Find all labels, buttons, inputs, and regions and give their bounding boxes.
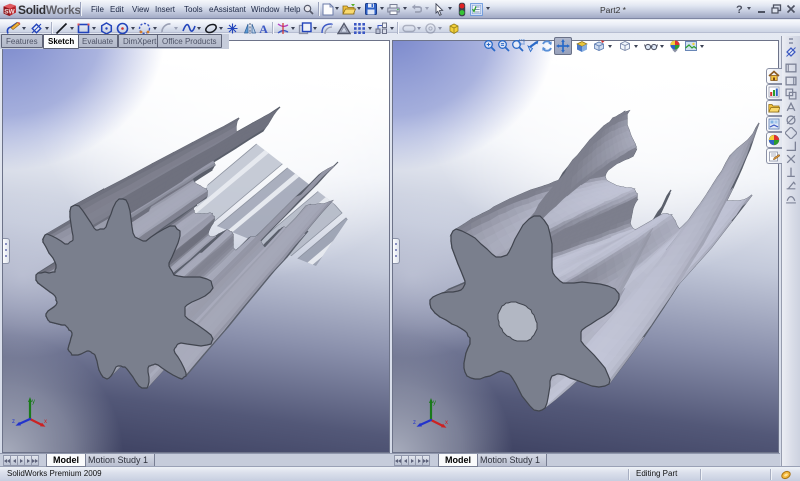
svg-text:x: x [44, 419, 47, 425]
svg-text:y: y [32, 399, 35, 405]
svg-text:y: y [433, 400, 436, 406]
svg-text:A: A [259, 22, 268, 35]
svg-text:z: z [413, 420, 416, 426]
svg-text:z: z [12, 419, 15, 425]
svg-text:SW: SW [4, 9, 15, 16]
svg-text:x: x [445, 420, 448, 426]
